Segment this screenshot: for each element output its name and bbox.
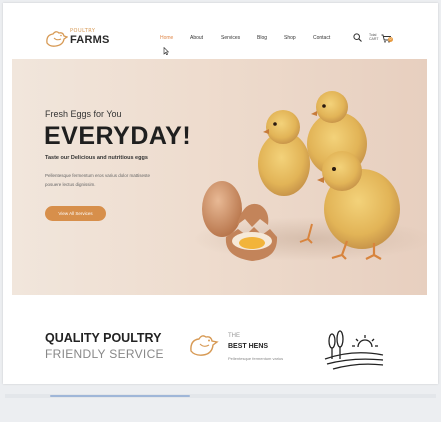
hen-icon [190,335,219,356]
quality-poultry-heading: QUALITY POULTRY [45,331,162,345]
friendly-service-heading: FRIENDLY SERVICE [45,347,164,361]
brand-name: FARMS [70,34,110,46]
hen-logo-icon [46,31,68,47]
nav-contact[interactable]: Contact [313,35,330,41]
nav-home[interactable]: Home [160,35,173,41]
cursor-icon [163,47,169,55]
best-hens-title: BEST HENS [228,343,269,350]
brand-logo[interactable]: POULTRY FARMS [44,28,114,52]
cart-button[interactable]: Total CART 0 [369,31,393,45]
hero-banner: Fresh Eggs for You EVERYDAY! Taste our D… [12,59,427,295]
hero-description-line-2: posuere lectus dignissim. [45,182,96,187]
hero-title: EVERYDAY! [44,122,192,150]
cart-label-text: CART [369,37,379,41]
nav-blog[interactable]: Blog [257,35,267,41]
best-hens-pretitle: THE [228,333,240,339]
nav-services[interactable]: Services [221,35,240,41]
best-hens-subtitle: Pellentesque fermentum varius [228,356,284,361]
hero-description-line-1: Pellentesque fermentum eros varius dolor… [45,173,151,178]
nav-about[interactable]: About [190,35,203,41]
hero-kicker: Fresh Eggs for You [45,109,122,119]
hero-description: Pellentesque fermentum eros varius dolor… [45,171,165,189]
search-icon[interactable] [353,33,362,42]
farm-landscape-icon [324,330,384,370]
cart-count-badge: 0 [388,37,393,42]
cart-label: Total CART [369,33,378,41]
hero-tagline: Taste our Delicious and nutritious eggs [45,155,148,161]
nav-shop[interactable]: Shop [284,35,296,41]
horizontal-scrollbar-thumb[interactable] [50,395,190,397]
view-all-services-button[interactable]: View All Services [45,206,106,221]
